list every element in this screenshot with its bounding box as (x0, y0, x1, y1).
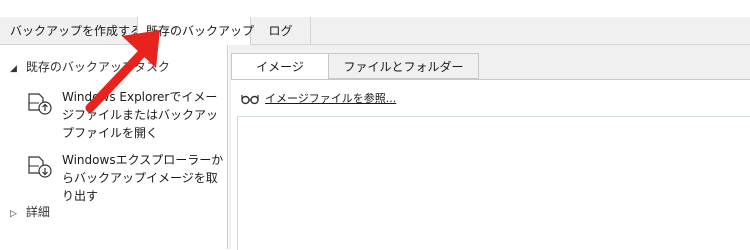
tab-log[interactable]: ログ (251, 17, 311, 45)
task-extract-image-label: Windowsエクスプローラーからバックアップイメージを取り出す (62, 153, 224, 203)
section-existing-tasks-label: 既存のバックアップタスク (25, 60, 170, 74)
tab-create-backup[interactable]: バックアップを作成する (0, 17, 142, 45)
left-task-pane: ◢ 既存のバックアップタスク Windows Explorerでイメージファイル… (0, 45, 228, 249)
open-image-icon (28, 93, 52, 115)
section-details[interactable]: ▷ 詳細 (10, 203, 50, 221)
tab-existing-backups[interactable]: 既存のバックアップ (137, 17, 255, 46)
section-existing-tasks[interactable]: ◢ 既存のバックアップタスク (10, 58, 170, 76)
task-open-in-explorer-label: Windows Explorerでイメージファイルまたはバックアップファイルを開… (62, 90, 219, 140)
task-extract-image[interactable]: Windowsエクスプローラーからバックアップイメージを取り出す (26, 151, 226, 203)
extract-image-icon (28, 156, 52, 178)
subtab-image-label: イメージ (256, 60, 304, 74)
glasses-browse-icon (241, 95, 259, 105)
top-strip (0, 0, 750, 17)
browse-image-link-label: イメージファイルを参照... (265, 92, 397, 105)
tab-existing-backups-label: 既存のバックアップ (146, 24, 255, 38)
content-area: イメージ ファイルとフォルダー イメージファイルを参照... (229, 45, 750, 250)
image-list-box[interactable] (237, 116, 750, 250)
subtab-files-folders[interactable]: ファイルとフォルダー (329, 53, 479, 79)
expanded-triangle-icon: ◢ (10, 64, 17, 74)
subtab-image[interactable]: イメージ (231, 53, 329, 80)
tab-create-backup-label: バックアップを作成する (10, 24, 143, 38)
tab-log-label: ログ (268, 24, 293, 38)
main-tab-bar: バックアップを作成する 既存のバックアップ ログ (0, 17, 750, 46)
subtab-files-folders-label: ファイルとフォルダー (343, 60, 464, 74)
section-details-label: 詳細 (25, 205, 50, 219)
image-panel: イメージファイルを参照... (231, 79, 750, 250)
task-open-in-explorer[interactable]: Windows Explorerでイメージファイルまたはバックアップファイルを開… (26, 88, 226, 144)
collapsed-triangle-icon: ▷ (10, 209, 17, 219)
